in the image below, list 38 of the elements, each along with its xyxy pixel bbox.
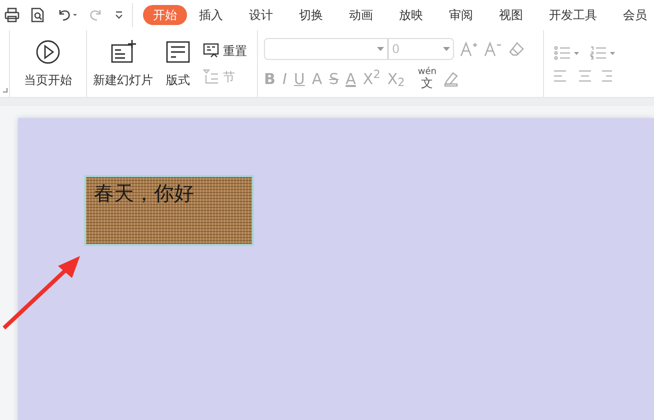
new-icon [110, 38, 136, 64]
align-right-icon[interactable] [602, 70, 612, 82]
print-icon[interactable] [4, 7, 20, 23]
section-icon [203, 69, 219, 84]
print-preview-icon[interactable] [30, 7, 46, 23]
dropdown-icon[interactable] [114, 10, 124, 20]
ribbon-tab[interactable]: 动画 [343, 5, 379, 25]
play-button[interactable]: 当页开始 [10, 30, 87, 97]
ribbon-tab[interactable]: 插入 [193, 5, 229, 25]
ribbon-tab[interactable]: 审阅 [443, 5, 479, 25]
ribbon-tab[interactable]: 切换 [293, 5, 329, 25]
align-left-icon[interactable] [554, 70, 568, 82]
new-button[interactable]: 新建幻灯片 [87, 30, 159, 97]
decrease-font-icon[interactable] [484, 41, 502, 57]
reset-button[interactable]: 重置 [203, 42, 247, 60]
layout-icon [165, 38, 191, 64]
font-size-value: 0 [392, 41, 400, 58]
increase-font-icon[interactable] [460, 41, 478, 57]
text-box[interactable]: 春天，你好 [84, 175, 254, 246]
button-label: 当页开始 [24, 72, 72, 88]
ribbon-tab[interactable]: 视图 [493, 5, 529, 25]
eraser-icon[interactable] [508, 41, 526, 57]
ribbon-tab[interactable]: 开发工具 [543, 5, 603, 25]
ribbon-tab[interactable]: 设计 [243, 5, 279, 25]
align-center-icon[interactable] [578, 70, 592, 82]
button-label: 新建幻灯片 [93, 72, 153, 88]
reset-icon [203, 43, 219, 58]
ribbon-tab[interactable]: 会员 [617, 5, 653, 25]
group-corner-icon[interactable] [3, 88, 8, 93]
layout-button[interactable]: 版式 [159, 30, 197, 97]
font-name-field[interactable] [264, 38, 388, 60]
caret-icon [377, 47, 384, 51]
numbered-list-icon[interactable] [590, 46, 616, 60]
button-label: 版式 [166, 72, 190, 88]
caret-icon [443, 47, 450, 51]
play-icon [35, 38, 61, 64]
ribbon-tab[interactable]: 放映 [393, 5, 429, 25]
bullet-list-icon[interactable] [554, 46, 580, 60]
